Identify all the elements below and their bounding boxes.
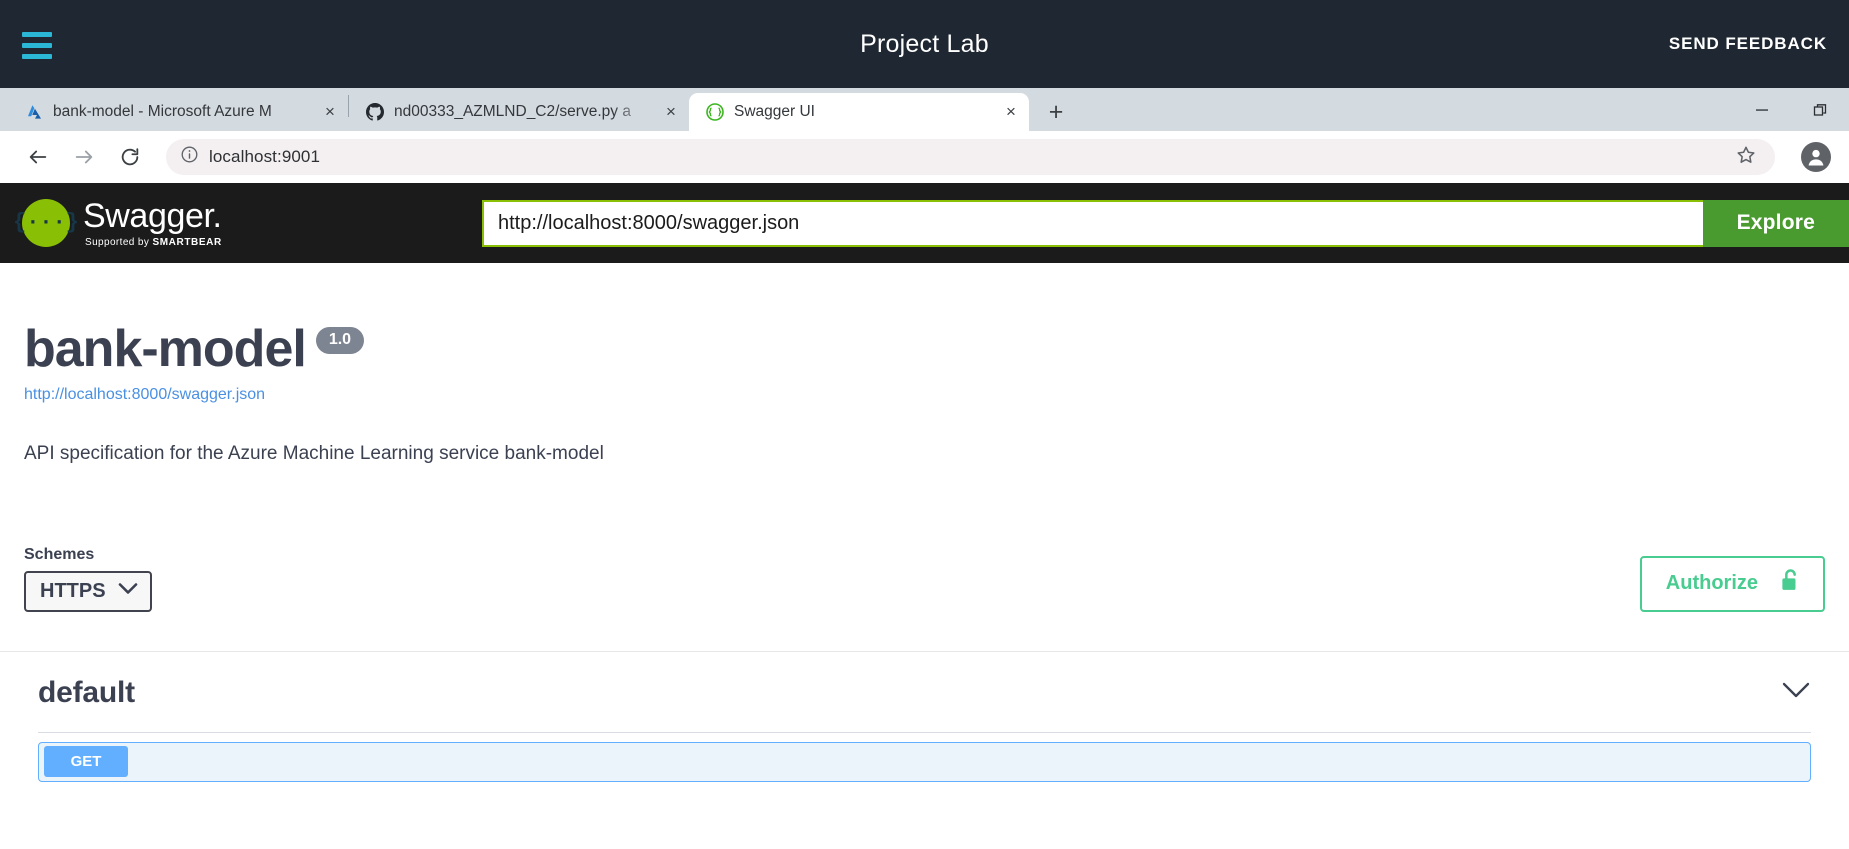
swagger-url-input[interactable] bbox=[482, 199, 1703, 247]
supported-by-text: Supported by bbox=[85, 236, 150, 248]
browser-tab-github[interactable]: nd00333_AZMLND_C2/serve.py a × bbox=[349, 93, 689, 131]
close-icon[interactable]: × bbox=[661, 102, 681, 122]
browser-tab-title: nd00333_AZMLND_C2/serve.py a bbox=[394, 103, 631, 120]
tag-underline bbox=[38, 731, 1811, 733]
schemes-and-auth-row: Schemes HTTPS HTTP Authorize bbox=[0, 546, 1849, 612]
api-spec-url-link[interactable]: http://localhost:8000/swagger.json bbox=[24, 386, 265, 404]
browser-tab-swagger-ui[interactable]: Swagger UI × bbox=[689, 93, 1029, 131]
tag-name: default bbox=[38, 675, 135, 709]
explore-button[interactable]: Explore bbox=[1702, 199, 1849, 247]
api-description: API specification for the Azure Machine … bbox=[24, 443, 604, 464]
browser-tab-title: Swagger UI bbox=[734, 103, 815, 120]
tag-header-default[interactable]: default bbox=[24, 652, 1825, 732]
swagger-icon bbox=[705, 103, 724, 122]
address-bar[interactable]: localhost:9001 bbox=[166, 139, 1775, 175]
new-tab-button[interactable]: + bbox=[1039, 95, 1073, 129]
send-feedback-button[interactable]: SEND FEEDBACK bbox=[1669, 34, 1827, 54]
schemes-select[interactable]: HTTPS HTTP bbox=[24, 570, 152, 612]
chevron-down-icon[interactable] bbox=[1781, 681, 1811, 704]
swagger-ui-content: bank-model 1.0 http://localhost:8000/swa… bbox=[0, 263, 1849, 849]
reload-icon[interactable] bbox=[110, 137, 150, 177]
browser-toolbar: localhost:9001 bbox=[0, 131, 1849, 183]
page-title: Project Lab bbox=[860, 29, 989, 58]
api-info-block: bank-model 1.0 http://localhost:8000/swa… bbox=[0, 263, 1849, 468]
smartbear-brand: SMARTBEAR bbox=[152, 236, 222, 248]
schemes-block: Schemes HTTPS HTTP bbox=[24, 546, 152, 612]
minimize-button[interactable] bbox=[1733, 88, 1791, 131]
swagger-brace-icon: {···} bbox=[13, 199, 79, 247]
api-version-badge: 1.0 bbox=[315, 327, 365, 354]
project-lab-header: Project Lab SEND FEEDBACK bbox=[0, 0, 1849, 88]
account-avatar-icon[interactable] bbox=[1801, 142, 1831, 172]
info-circle-icon[interactable] bbox=[180, 145, 199, 169]
browser-tabstrip: bank-model - Microsoft Azure M × nd00333… bbox=[0, 88, 1849, 131]
close-icon[interactable]: × bbox=[1001, 102, 1021, 122]
restore-button[interactable] bbox=[1791, 88, 1849, 131]
star-icon[interactable] bbox=[1735, 144, 1757, 171]
close-icon[interactable]: × bbox=[320, 102, 340, 122]
tag-section-default: default GET bbox=[0, 652, 1849, 782]
swagger-explore-form: Explore bbox=[482, 199, 1849, 247]
unlock-icon bbox=[1780, 568, 1801, 599]
github-icon bbox=[365, 103, 384, 122]
browser-tab-azure[interactable]: bank-model - Microsoft Azure M × bbox=[8, 93, 348, 131]
forward-icon[interactable] bbox=[64, 137, 104, 177]
hamburger-icon[interactable] bbox=[22, 31, 52, 59]
back-icon[interactable] bbox=[18, 137, 58, 177]
swagger-wordmark: Swagger bbox=[83, 199, 222, 233]
schemes-label: Schemes bbox=[24, 545, 95, 563]
operation-method-badge: GET bbox=[44, 746, 128, 778]
azure-ml-icon bbox=[24, 103, 43, 122]
operation-row-get[interactable]: GET bbox=[38, 741, 1811, 782]
swagger-logo[interactable]: {···} Swagger Supported by SMARTBEAR bbox=[13, 199, 482, 248]
window-controls bbox=[1733, 88, 1849, 131]
swagger-supported-by: Supported by SMARTBEAR bbox=[85, 237, 222, 248]
api-title: bank-model bbox=[24, 320, 307, 378]
authorize-button[interactable]: Authorize bbox=[1639, 555, 1825, 612]
authorize-label: Authorize bbox=[1665, 571, 1758, 594]
swagger-topbar: {···} Swagger Supported by SMARTBEAR Exp… bbox=[0, 183, 1849, 263]
api-title-row: bank-model 1.0 bbox=[24, 323, 1825, 375]
browser-tab-title: bank-model - Microsoft Azure M bbox=[53, 103, 272, 120]
address-bar-url: localhost:9001 bbox=[209, 147, 321, 166]
